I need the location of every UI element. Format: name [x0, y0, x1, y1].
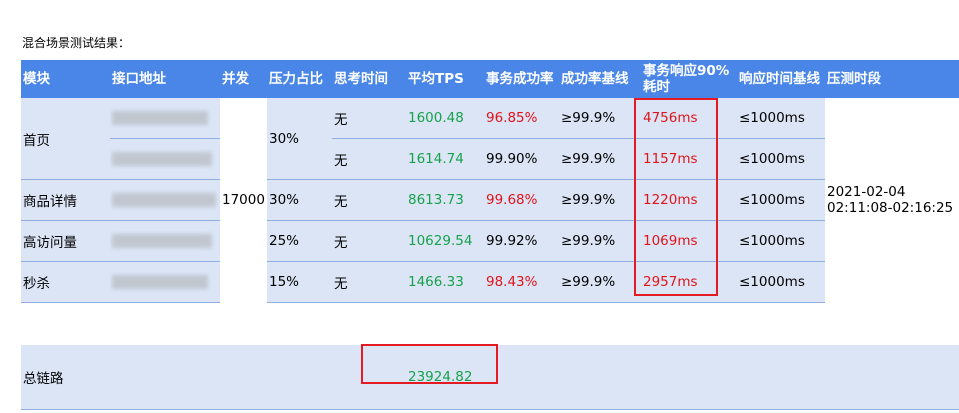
success-cell: 96.85%	[484, 98, 559, 139]
table-row: 高访问量 25% 无 10629.54 99.92% ≥99.9% 1069ms…	[21, 220, 959, 262]
total-empty	[484, 345, 559, 410]
ratio-cell: 30%	[267, 98, 332, 180]
success-cell: 99.68%	[484, 179, 559, 221]
results-caption: 混合场景测试结果：	[22, 36, 131, 50]
header-rt90-line1: 事务响应90%	[643, 63, 730, 79]
module-cell: 商品详情	[21, 179, 110, 221]
redacted-endpoint	[112, 193, 216, 207]
header-rt-baseline: 响应时间基线	[737, 60, 825, 98]
module-cell: 秒杀	[21, 261, 110, 303]
header-success-baseline: 成功率基线	[559, 60, 641, 98]
baseline-cell: ≥99.9%	[559, 138, 641, 180]
total-tps: 23924.82	[406, 345, 484, 410]
rt90-cell: 2957ms	[641, 261, 737, 303]
header-rt90: 事务响应90% 耗时	[641, 60, 737, 98]
ratio-cell: 15%	[267, 261, 332, 303]
table-row: 首页 17000 30% 无 1600.48 96.85% ≥99.9% 475…	[21, 98, 959, 303]
period-cell: 2021-02-04 02:11:08-02:16:25	[825, 98, 959, 303]
success-cell: 99.90%	[484, 138, 559, 180]
total-empty	[332, 345, 406, 410]
tps-cell: 10629.54	[406, 220, 484, 262]
rt-baseline-cell: ≤1000ms	[737, 179, 825, 221]
endpoint-cell	[110, 98, 220, 139]
header-row: 模块 接口地址 并发 压力占比 思考时间 平均TPS 事务成功率 成功率基线 事…	[21, 60, 959, 98]
rt-baseline-cell: ≤1000ms	[737, 220, 825, 262]
header-concurrency: 并发	[220, 60, 267, 98]
header-rt90-line2: 耗时	[643, 79, 670, 95]
total-empty	[737, 345, 825, 410]
total-empty	[267, 345, 332, 410]
think-cell: 无	[332, 98, 406, 139]
header-ratio: 压力占比	[267, 60, 332, 98]
success-cell: 98.43%	[484, 261, 559, 303]
total-row: 总链路 23924.82	[21, 345, 959, 410]
think-cell: 无	[332, 261, 406, 303]
redacted-endpoint	[112, 111, 208, 125]
period-date: 2021-02-04	[827, 184, 906, 201]
ratio-cell: 25%	[267, 220, 332, 262]
endpoint-cell	[110, 261, 220, 303]
rt90-cell: 4756ms	[641, 98, 737, 139]
module-cell: 首页	[21, 98, 110, 180]
rt-baseline-cell: ≤1000ms	[737, 98, 825, 139]
redacted-endpoint	[112, 275, 208, 289]
header-avg-tps: 平均TPS	[406, 60, 484, 98]
redacted-endpoint	[112, 234, 212, 248]
endpoint-cell	[110, 179, 220, 221]
think-cell: 无	[332, 220, 406, 262]
total-label: 总链路	[21, 345, 110, 410]
total-empty	[220, 345, 267, 410]
results-table: 模块 接口地址 并发 压力占比 思考时间 平均TPS 事务成功率 成功率基线 事…	[21, 60, 959, 410]
concurrency-cell: 17000	[220, 98, 267, 303]
baseline-cell: ≥99.9%	[559, 179, 641, 221]
header-success-rate: 事务成功率	[484, 60, 559, 98]
table-row: 商品详情 30% 无 8613.73 99.68% ≥99.9% 1220ms …	[21, 179, 959, 221]
rt-baseline-cell: ≤1000ms	[737, 138, 825, 180]
total-empty	[559, 345, 641, 410]
think-cell: 无	[332, 179, 406, 221]
ratio-cell: 30%	[267, 179, 332, 221]
tps-cell: 1466.33	[406, 261, 484, 303]
module-cell: 高访问量	[21, 220, 110, 262]
think-cell: 无	[332, 138, 406, 180]
spacer-row	[21, 302, 959, 345]
tps-cell: 1600.48	[406, 98, 484, 139]
redacted-endpoint	[112, 152, 212, 166]
rt90-cell: 1220ms	[641, 179, 737, 221]
endpoint-cell	[110, 138, 220, 180]
baseline-cell: ≥99.9%	[559, 98, 641, 139]
baseline-cell: ≥99.9%	[559, 261, 641, 303]
header-period: 压测时段	[825, 60, 959, 98]
period-time: 02:11:08-02:16:25	[827, 200, 954, 217]
header-think-time: 思考时间	[332, 60, 406, 98]
total-empty	[110, 345, 220, 410]
rt90-cell: 1157ms	[641, 138, 737, 180]
header-module: 模块	[21, 60, 110, 98]
endpoint-cell	[110, 220, 220, 262]
success-cell: 99.92%	[484, 220, 559, 262]
table-row: 秒杀 15% 无 1466.33 98.43% ≥99.9% 2957ms ≤1…	[21, 261, 959, 303]
tps-cell: 1614.74	[406, 138, 484, 180]
baseline-cell: ≥99.9%	[559, 220, 641, 262]
rt-baseline-cell: ≤1000ms	[737, 261, 825, 303]
table-row: 无 1614.74 99.90% ≥99.9% 1157ms ≤1000ms	[21, 138, 959, 180]
tps-cell: 8613.73	[406, 179, 484, 221]
rt90-cell: 1069ms	[641, 220, 737, 262]
spacer-cell	[21, 302, 959, 345]
total-empty	[641, 345, 737, 410]
header-endpoint: 接口地址	[110, 60, 220, 98]
total-empty	[825, 345, 959, 410]
